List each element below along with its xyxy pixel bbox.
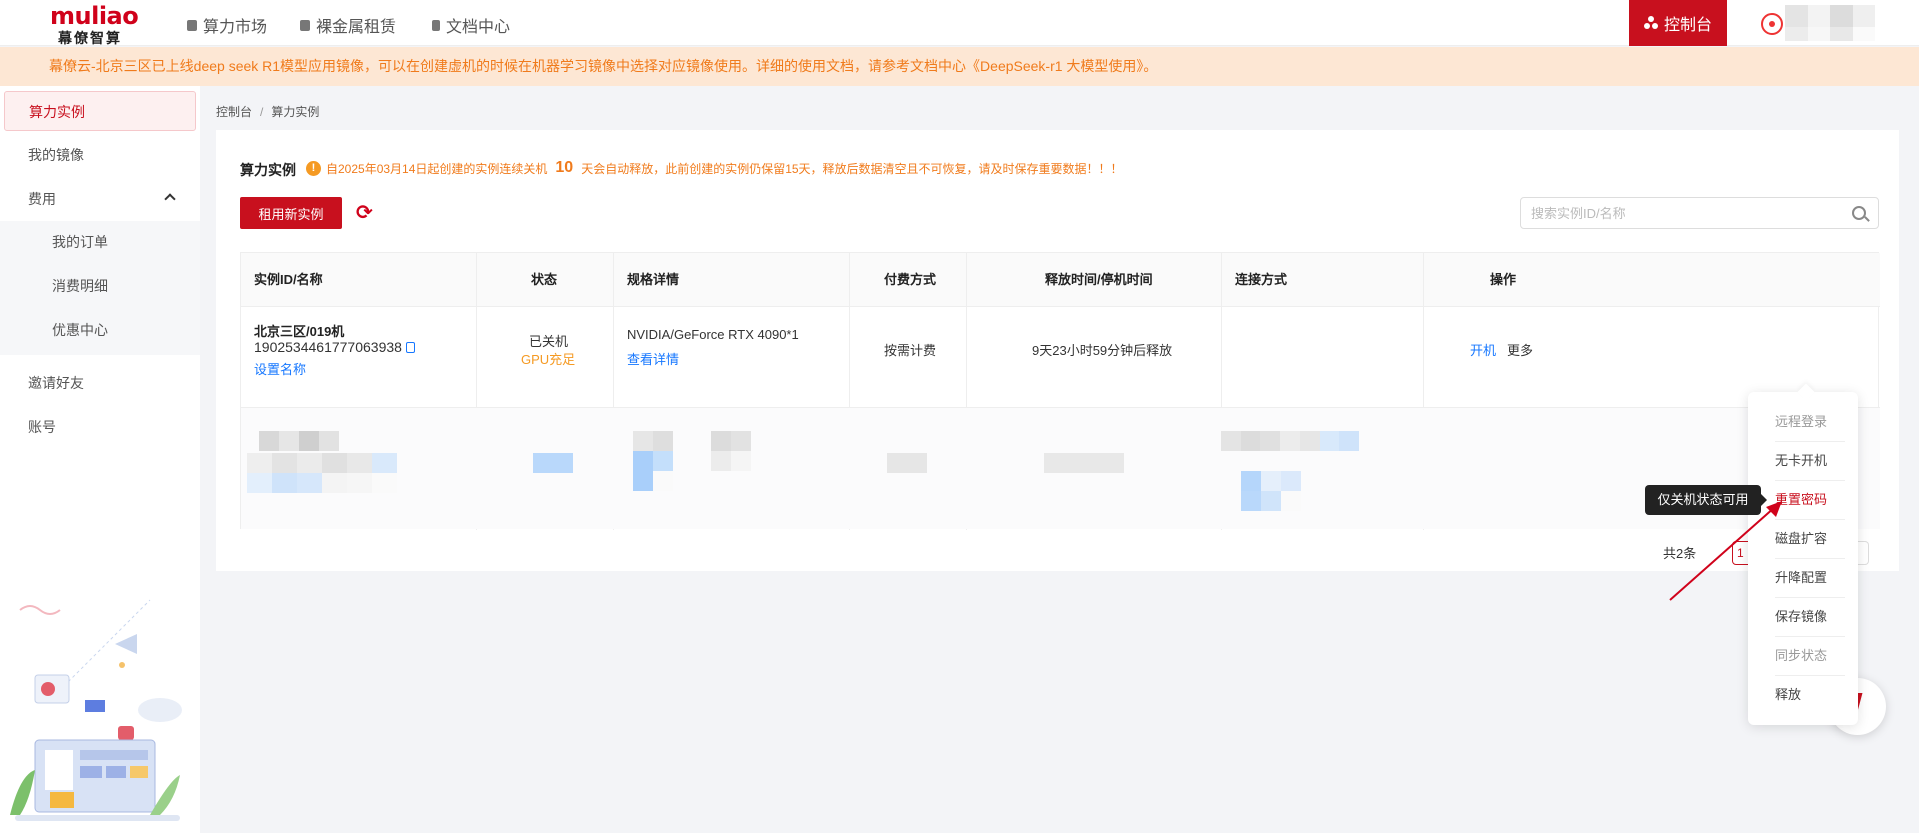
instance-spec: NVIDIA/GeForce RTX 4090*1	[627, 327, 799, 342]
breadcrumb-root[interactable]: 控制台	[216, 105, 252, 119]
warning-prefix: 自2025年03月14日起创建的实例连续关机	[326, 161, 548, 176]
billing-method: 按需计费	[884, 343, 937, 358]
release-time: 9天23小时59分钟后释放	[1032, 343, 1173, 358]
warning-suffix: 天会自动释放，此前创建的实例仍保留15天，释放后数据清空且不可恢复，请及时保存重…	[581, 161, 1123, 176]
nav-docs[interactable]: 文档中心	[432, 13, 510, 37]
rent-new-instance-button[interactable]: 租用新实例	[240, 197, 342, 229]
power-on-button[interactable]: 开机	[1470, 340, 1496, 359]
menu-item-sync-status[interactable]: 同步状态	[1775, 645, 1827, 664]
menu-item-gpu-free-start[interactable]: 无卡开机	[1775, 450, 1827, 469]
copy-icon[interactable]	[405, 342, 415, 353]
top-header: muliao 幕僚智算 算力市场 裸金属租赁 文档中心 控制台	[0, 0, 1919, 46]
sidebar: 算力实例 我的镜像 费用 我的订单 消费明细 优惠中心 邀请好友 账号	[0, 86, 200, 833]
sidebar-item-images[interactable]: 我的镜像	[4, 135, 196, 175]
nav-market[interactable]: 算力市场	[187, 13, 267, 37]
redacted-block	[533, 453, 573, 473]
sidebar-item-instances[interactable]: 算力实例	[4, 91, 196, 131]
redacted-block	[887, 453, 927, 473]
instance-status: 已关机	[529, 334, 569, 349]
instance-id: 1902534461777063938	[254, 339, 415, 355]
logo-sub-text: 幕僚智算	[58, 30, 122, 46]
decorative-illustration	[10, 599, 182, 821]
breadcrumb-separator: /	[260, 105, 264, 119]
col-header-connect: 连接方式	[1235, 253, 1288, 306]
redacted-block	[259, 431, 339, 451]
redacted-block	[1221, 431, 1359, 451]
instance-name: 北京三区/019机	[254, 324, 345, 339]
logo-main-text: muliao	[50, 2, 139, 30]
search-icon[interactable]	[1852, 206, 1866, 220]
col-header-status: 状态	[531, 253, 558, 306]
instance-id-text: 1902534461777063938	[254, 339, 402, 355]
page-title: 算力实例	[240, 162, 296, 178]
sidebar-item-billing[interactable]: 费用	[4, 179, 196, 219]
nav-market-label: 算力市场	[203, 19, 268, 36]
sidebar-item-account[interactable]: 账号	[4, 407, 196, 447]
annotation-arrow-icon	[1669, 501, 1782, 601]
nav-docs-label: 文档中心	[446, 19, 511, 36]
col-header-billing: 付费方式	[884, 253, 937, 306]
menu-item-save-image[interactable]: 保存镜像	[1775, 606, 1827, 625]
instances-table: 实例ID/名称 状态 规格详情 付费方式 释放时间/停机时间 连接方式 操作 北…	[240, 252, 1880, 530]
col-header-actions: 操作	[1490, 253, 1517, 306]
redacted-block	[1044, 453, 1124, 473]
refresh-icon[interactable]: ⟳	[356, 202, 378, 224]
menu-divider	[1775, 480, 1845, 481]
col-header-release: 释放时间/停机时间	[1045, 253, 1153, 306]
username-redacted[interactable]	[1785, 5, 1875, 27]
menu-divider	[1775, 441, 1845, 442]
warning-days: 10	[555, 159, 574, 176]
sidebar-item-consumption[interactable]: 消费明细	[0, 266, 192, 306]
server-icon	[300, 19, 310, 31]
menu-divider	[1775, 675, 1845, 676]
console-label: 控制台	[1663, 17, 1712, 34]
auto-release-warning: ! 自2025年03月14日起创建的实例连续关机 10 天会自动释放，此前创建的实例…	[306, 159, 1123, 177]
menu-item-release[interactable]: 释放	[1775, 684, 1801, 703]
search-box	[1520, 197, 1879, 229]
breadcrumb: 控制台 / 算力实例	[216, 103, 319, 120]
col-header-spec: 规格详情	[627, 253, 680, 306]
redacted-block	[1241, 471, 1301, 511]
menu-item-remote-login[interactable]: 远程登录	[1775, 411, 1827, 430]
sidebar-item-orders[interactable]: 我的订单	[0, 222, 192, 262]
sidebar-item-invite[interactable]: 邀请好友	[4, 363, 196, 403]
warning-icon: !	[306, 160, 321, 176]
announcement-bar[interactable]: 幕僚云-北京三区已上线deep seek R1模型应用镜像，可以在创建虚机的时候…	[0, 47, 1919, 86]
chevron-up-icon	[164, 193, 176, 205]
view-spec-details-link[interactable]: 查看详情	[627, 349, 679, 368]
sidebar-item-billing-label: 费用	[28, 191, 56, 207]
brand-logo[interactable]: muliao 幕僚智算	[48, 2, 139, 46]
nav-bare-metal[interactable]: 裸金属租赁	[300, 13, 396, 37]
document-icon	[432, 19, 440, 31]
search-input[interactable]	[1531, 204, 1831, 222]
row-divider	[241, 306, 1880, 307]
col-header-id: 实例ID/名称	[254, 253, 323, 306]
sidebar-item-coupons[interactable]: 优惠中心	[0, 310, 192, 350]
billing-submenu: 我的订单 消费明细 优惠中心	[0, 221, 200, 355]
gpu-status: GPU充足	[521, 352, 576, 367]
redacted-block	[247, 453, 397, 493]
market-icon	[187, 19, 197, 31]
nav-bare-metal-label: 裸金属租赁	[316, 19, 397, 36]
username-redacted-lower	[1785, 27, 1875, 41]
set-name-link[interactable]: 设置名称	[254, 359, 306, 378]
menu-divider	[1775, 636, 1845, 637]
breadcrumb-current: 算力实例	[271, 105, 320, 119]
avatar-icon[interactable]	[1761, 13, 1783, 35]
console-icon	[1643, 16, 1658, 30]
redacted-block	[711, 431, 751, 471]
redacted-block	[633, 431, 673, 491]
more-actions-button[interactable]: 更多	[1507, 340, 1533, 359]
console-button[interactable]: 控制台	[1629, 0, 1727, 46]
